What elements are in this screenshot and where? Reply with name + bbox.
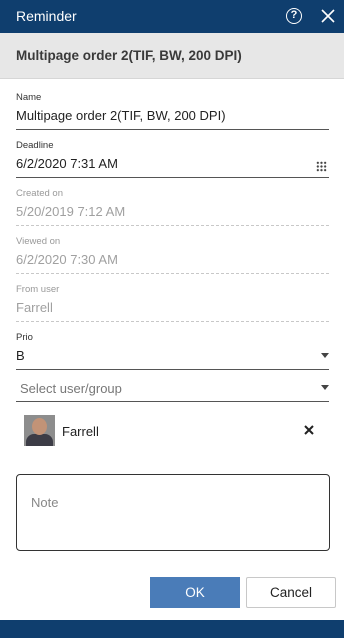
selected-user-name: Farrell bbox=[62, 424, 99, 439]
from-user-value: Farrell bbox=[16, 300, 53, 315]
prio-underline bbox=[16, 369, 329, 370]
bottom-bar bbox=[0, 620, 344, 638]
viewed-on-label: Viewed on bbox=[16, 236, 61, 247]
prio-select[interactable]: Prio B bbox=[16, 332, 329, 370]
chevron-down-icon[interactable] bbox=[321, 353, 329, 358]
viewed-on-value: 6/2/2020 7:30 AM bbox=[16, 252, 118, 267]
note-placeholder: Note bbox=[31, 495, 59, 510]
deadline-underline bbox=[16, 177, 329, 178]
name-underline bbox=[16, 129, 329, 130]
name-field[interactable]: Name Multipage order 2(TIF, BW, 200 DPI) bbox=[16, 92, 329, 130]
from-user-field: From user Farrell bbox=[16, 284, 329, 322]
remove-user-icon[interactable] bbox=[304, 425, 314, 435]
document-title: Multipage order 2(TIF, BW, 200 DPI) bbox=[16, 48, 242, 63]
deadline-label: Deadline bbox=[16, 140, 54, 151]
cancel-button[interactable]: Cancel bbox=[246, 577, 336, 608]
created-on-label: Created on bbox=[16, 188, 64, 199]
avatar bbox=[24, 415, 55, 446]
viewed-on-field: Viewed on 6/2/2020 7:30 AM bbox=[16, 236, 329, 274]
prio-value[interactable]: B bbox=[16, 348, 329, 367]
ok-button[interactable]: OK bbox=[150, 577, 240, 608]
dialog-title: Reminder bbox=[16, 8, 77, 24]
deadline-value[interactable]: 6/2/2020 7:31 AM bbox=[16, 156, 329, 175]
help-icon[interactable]: ? bbox=[286, 8, 302, 24]
viewed-on-underline bbox=[16, 273, 329, 274]
name-label: Name bbox=[16, 92, 42, 103]
dialog-titlebar: Reminder ? bbox=[0, 0, 344, 33]
created-on-field: Created on 5/20/2019 7:12 AM bbox=[16, 188, 329, 226]
user-group-select[interactable]: Select user/group bbox=[16, 374, 329, 402]
close-icon[interactable] bbox=[321, 9, 335, 23]
note-textarea[interactable]: Note bbox=[16, 474, 330, 551]
created-on-value: 5/20/2019 7:12 AM bbox=[16, 204, 126, 219]
chevron-down-icon[interactable] bbox=[321, 385, 329, 390]
user-group-placeholder: Select user/group bbox=[20, 381, 122, 396]
user-group-underline bbox=[16, 401, 329, 402]
calendar-icon[interactable] bbox=[316, 161, 327, 172]
selected-user-item: Farrell bbox=[24, 415, 320, 447]
prio-label: Prio bbox=[16, 332, 33, 343]
from-user-label: From user bbox=[16, 284, 60, 295]
from-user-underline bbox=[16, 321, 329, 322]
deadline-field[interactable]: Deadline 6/2/2020 7:31 AM bbox=[16, 140, 329, 178]
created-on-underline bbox=[16, 225, 329, 226]
name-value[interactable]: Multipage order 2(TIF, BW, 200 DPI) bbox=[16, 108, 329, 127]
document-header: Multipage order 2(TIF, BW, 200 DPI) bbox=[0, 33, 344, 79]
